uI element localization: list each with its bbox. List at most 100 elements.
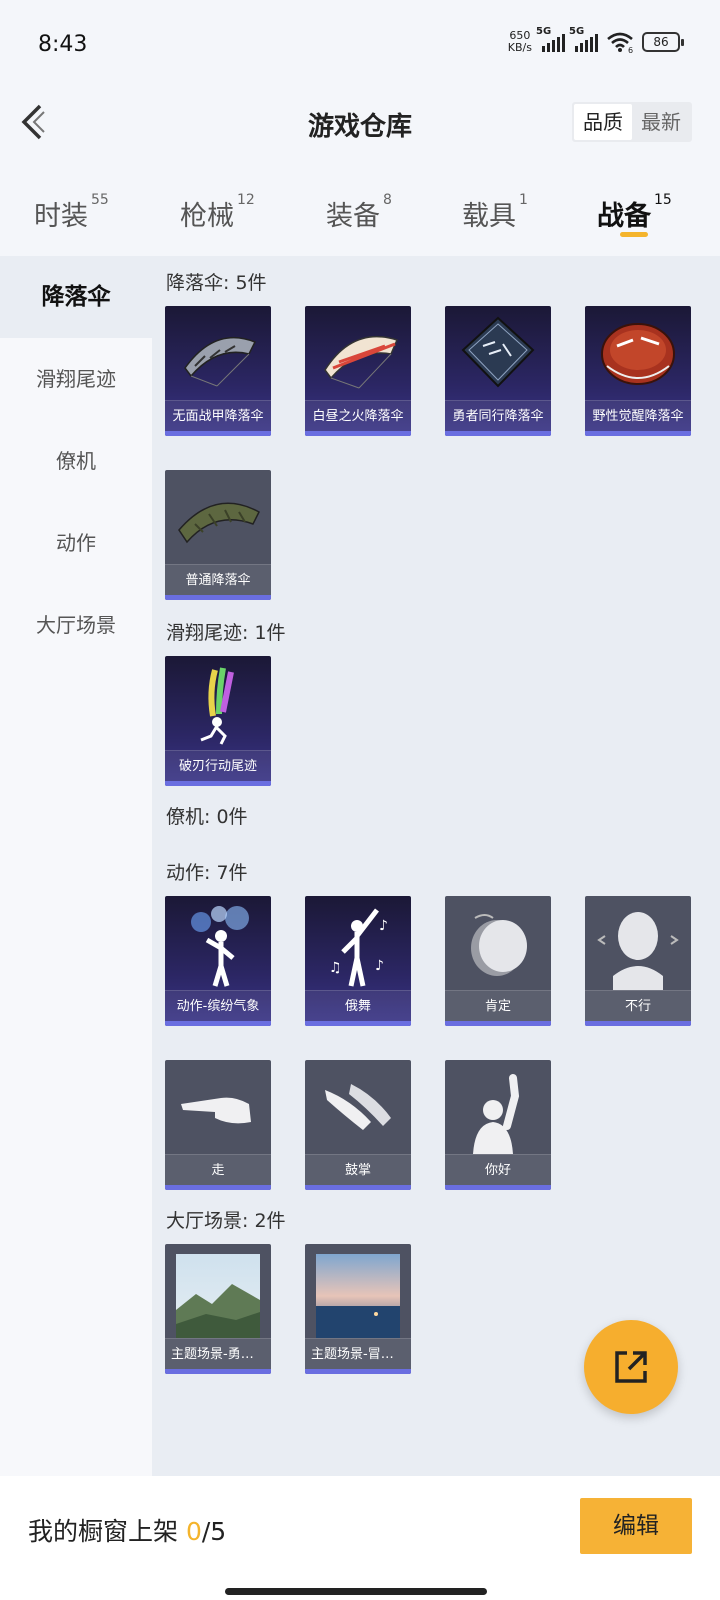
item-label: 你好 xyxy=(445,1154,551,1185)
clapping-hands-icon xyxy=(325,1084,391,1130)
item-label: 俄舞 xyxy=(305,990,411,1021)
item-label: 野性觉醒降落伞 xyxy=(585,400,691,431)
signal-icon-2: 5G xyxy=(569,26,598,52)
rarity-bar xyxy=(165,1369,271,1374)
header: 游戏仓库 品质 最新 xyxy=(0,92,720,156)
nod-icon xyxy=(471,914,527,976)
sort-quality-button[interactable]: 品质 xyxy=(574,104,632,140)
rarity-bar xyxy=(445,1185,551,1190)
section-title-emote: 动作: 7件 xyxy=(166,862,248,884)
trail-icon xyxy=(200,667,234,745)
shake-head-icon xyxy=(597,912,679,990)
sidebar-item-parachute[interactable]: 降落伞 xyxy=(0,256,152,338)
item-card[interactable]: 你好 xyxy=(445,1060,551,1190)
item-card[interactable]: 普通降落伞 xyxy=(165,470,271,600)
pointing-hand-icon xyxy=(181,1097,251,1124)
item-label: 普通降落伞 xyxy=(165,564,271,595)
parachute-icon xyxy=(178,502,260,544)
item-label: 主题场景-冒险之旅 xyxy=(305,1338,411,1369)
item-card[interactable]: 动作-缤纷气象 xyxy=(165,896,271,1026)
share-icon xyxy=(615,1351,647,1383)
section-title-lobby: 大厅场景: 2件 xyxy=(166,1210,286,1232)
svg-text:♪: ♪ xyxy=(379,918,388,934)
rarity-bar xyxy=(305,1021,411,1026)
rarity-bar xyxy=(165,1021,271,1026)
item-card[interactable]: 不行 xyxy=(585,896,691,1026)
tab-fashion[interactable]: 时装55 xyxy=(34,192,109,233)
item-label: 动作-缤纷气象 xyxy=(165,990,271,1021)
item-card[interactable]: 走 xyxy=(165,1060,271,1190)
status-icons: 650 KB/s 5G 5G 6 86 xyxy=(508,26,684,54)
bottom-bar: 我的橱窗上架 0/5 编辑 xyxy=(0,1476,720,1600)
active-tab-indicator xyxy=(620,232,648,237)
item-card[interactable]: 白昼之火降落伞 xyxy=(305,306,411,436)
item-label: 破刃行动尾迹 xyxy=(165,750,271,781)
waving-person-icon xyxy=(473,1074,520,1154)
sidebar: 降落伞 滑翔尾迹 僚机 动作 大厅场景 xyxy=(0,256,152,1476)
item-card[interactable]: 破刃行动尾迹 xyxy=(165,656,271,786)
parachute-icon xyxy=(184,336,257,387)
svg-text:6: 6 xyxy=(628,46,633,53)
item-label: 主题场景-勇者同行 xyxy=(165,1338,271,1369)
item-label: 无面战甲降落伞 xyxy=(165,400,271,431)
rarity-bar xyxy=(585,431,691,436)
dancer-icon: ♪ ♫ ♪ xyxy=(329,908,388,987)
rarity-bar xyxy=(165,595,271,600)
svg-text:♪: ♪ xyxy=(375,958,384,974)
item-label: 勇者同行降落伞 xyxy=(445,400,551,431)
sidebar-item-trail[interactable]: 滑翔尾迹 xyxy=(0,338,152,420)
rarity-bar xyxy=(585,1021,691,1026)
rarity-bar xyxy=(305,431,411,436)
item-card[interactable]: 野性觉醒降落伞 xyxy=(585,306,691,436)
item-label: 肯定 xyxy=(445,990,551,1021)
tab-guns[interactable]: 枪械12 xyxy=(180,192,255,233)
rarity-bar xyxy=(165,781,271,786)
rarity-bar xyxy=(445,1021,551,1026)
sort-latest-button[interactable]: 最新 xyxy=(632,104,690,140)
home-indicator xyxy=(225,1588,487,1595)
scene-thumbnail xyxy=(176,1254,260,1338)
item-label: 白昼之火降落伞 xyxy=(305,400,411,431)
section-title-trail: 滑翔尾迹: 1件 xyxy=(166,622,286,644)
tab-vehicles[interactable]: 载具1 xyxy=(462,192,528,233)
item-card[interactable]: 主题场景-勇者同行 xyxy=(165,1244,271,1374)
sort-toggle: 品质 最新 xyxy=(572,102,692,142)
parachute-icon xyxy=(324,335,399,389)
battery-icon: 86 xyxy=(642,32,684,52)
item-card[interactable]: 主题场景-冒险之旅 xyxy=(305,1244,411,1374)
status-bar: 8:43 650 KB/s 5G 5G 6 86 xyxy=(0,0,720,92)
rarity-bar xyxy=(445,431,551,436)
item-label: 鼓掌 xyxy=(305,1154,411,1185)
share-button[interactable] xyxy=(584,1320,678,1414)
sidebar-item-emote[interactable]: 动作 xyxy=(0,502,152,584)
section-title-parachute: 降落伞: 5件 xyxy=(166,272,267,294)
category-tabs: 时装55 枪械12 装备8 载具1 战备15 xyxy=(0,180,720,250)
wifi-icon: 6 xyxy=(607,32,633,53)
item-card[interactable]: 肯定 xyxy=(445,896,551,1026)
svg-text:♫: ♫ xyxy=(329,960,342,976)
item-card[interactable]: 无面战甲降落伞 xyxy=(165,306,271,436)
sidebar-item-wingman[interactable]: 僚机 xyxy=(0,420,152,502)
parachute-icon xyxy=(461,316,535,388)
item-card[interactable]: 勇者同行降落伞 xyxy=(445,306,551,436)
item-label: 不行 xyxy=(585,990,691,1021)
item-grid: 降落伞: 5件 无面战甲降落伞 白昼之火降落伞 勇者同行降落伞 野性觉醒降落伞 … xyxy=(152,256,720,1476)
tab-equipment[interactable]: 装备8 xyxy=(326,192,392,233)
sidebar-item-lobby[interactable]: 大厅场景 xyxy=(0,584,152,666)
item-card[interactable]: ♪ ♫ ♪ 俄舞 xyxy=(305,896,411,1026)
signal-icon: 5G xyxy=(536,26,565,52)
section-title-wingman: 僚机: 0件 xyxy=(166,806,248,828)
dancer-icon xyxy=(191,906,249,987)
edit-button[interactable]: 编辑 xyxy=(580,1498,692,1554)
parachute-icon xyxy=(601,323,675,385)
rarity-bar xyxy=(305,1369,411,1374)
status-time: 8:43 xyxy=(38,32,88,57)
tab-supplies[interactable]: 战备15 xyxy=(597,192,672,233)
item-card[interactable]: 鼓掌 xyxy=(305,1060,411,1190)
rarity-bar xyxy=(305,1185,411,1190)
rarity-bar xyxy=(165,431,271,436)
rarity-bar xyxy=(165,1185,271,1190)
item-label: 走 xyxy=(165,1154,271,1185)
showcase-count: 我的橱窗上架 0/5 xyxy=(28,1517,227,1546)
scene-thumbnail xyxy=(316,1254,400,1338)
